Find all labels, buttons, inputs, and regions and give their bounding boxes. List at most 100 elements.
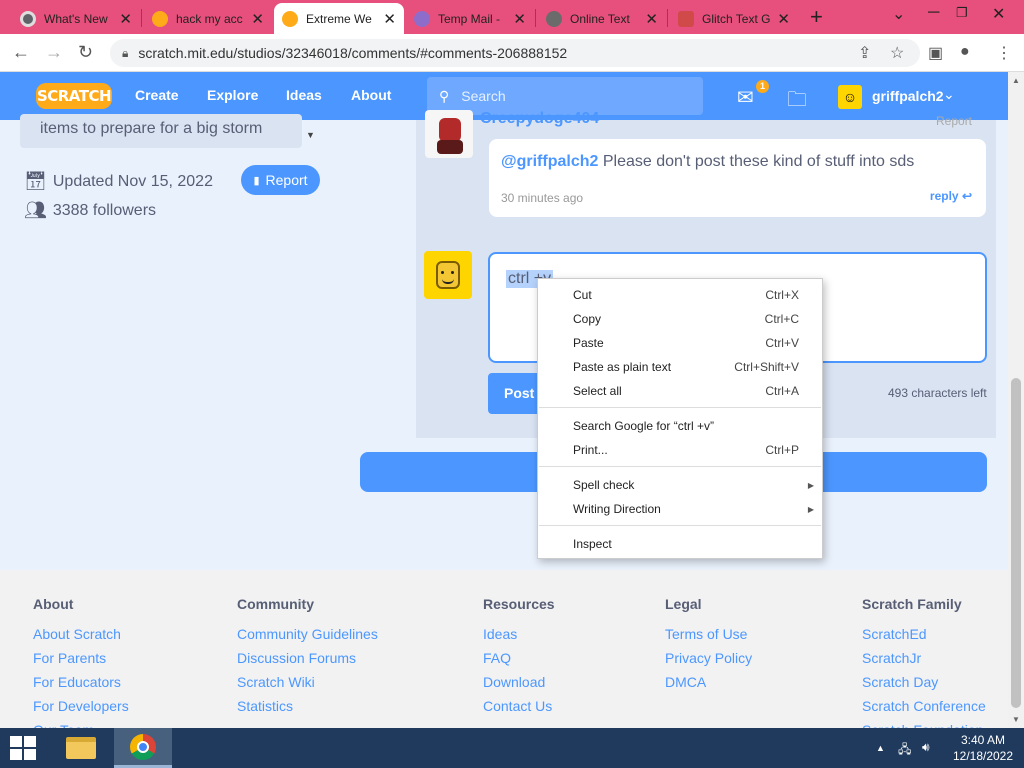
close-tab-icon[interactable]: ✕ [645, 10, 658, 28]
tab-title: hack my acc [176, 11, 243, 26]
menu-item-print[interactable]: Print... Ctrl+P [538, 440, 822, 460]
menu-item-cut[interactable]: Cut Ctrl+X [538, 285, 822, 305]
footer-link[interactable]: Download [483, 674, 555, 690]
bookmark-star-icon[interactable]: ☆ [890, 43, 904, 63]
menu-item-paste[interactable]: Paste Ctrl+V [538, 333, 822, 353]
address-bar[interactable]: 🔒︎ scratch.mit.edu/studios/32346018/comm… [110, 39, 920, 67]
close-tab-icon[interactable]: ✕ [383, 10, 396, 28]
browser-tab-strip: What's New ✕ hack my acc ✕ Extreme We ✕ … [0, 0, 1024, 34]
network-icon[interactable]: 🖧︎ [898, 740, 911, 761]
footer-link[interactable]: Community Guidelines [237, 626, 378, 642]
footer-link[interactable]: Scratch Conference [862, 698, 986, 714]
footer-link[interactable]: Ideas [483, 626, 555, 642]
nav-explore[interactable]: Explore [207, 87, 258, 103]
menu-item-writing-direction[interactable]: Writing Direction ▶ [538, 499, 822, 519]
chrome-menu-icon[interactable]: ⋮ [996, 43, 1012, 63]
footer-link[interactable]: ScratchJr [862, 650, 986, 666]
scroll-down-arrow-icon[interactable]: ▼ [306, 130, 315, 140]
browser-tab[interactable]: Temp Mail - ✕ [406, 3, 534, 34]
minimize-icon[interactable]: ─ [928, 4, 939, 22]
scroll-down-arrow-icon[interactable]: ▼ [1012, 715, 1020, 724]
footer-link[interactable]: Statistics [237, 698, 378, 714]
menu-item-label: Paste [573, 336, 604, 350]
reload-icon[interactable]: ↻ [78, 42, 93, 63]
footer-link[interactable]: ScratchEd [862, 626, 986, 642]
browser-tab-active[interactable]: Extreme We ✕ [274, 3, 404, 34]
forward-arrow-icon[interactable]: → [45, 42, 63, 63]
volume-icon[interactable]: 🔊︎ [922, 740, 930, 755]
restore-icon[interactable]: ❐ [956, 5, 968, 21]
menu-item-inspect[interactable]: Inspect [538, 534, 822, 554]
nav-ideas[interactable]: Ideas [286, 87, 322, 103]
comment-author[interactable]: Creepydoge404 [480, 110, 599, 128]
file-explorer-icon[interactable] [52, 728, 110, 768]
menu-item-copy[interactable]: Copy Ctrl+C [538, 309, 822, 329]
clock-date: 12/18/2022 [952, 749, 1014, 763]
back-arrow-icon[interactable]: ← [12, 42, 30, 63]
studio-description[interactable]: items to prepare for a big storm [20, 114, 302, 148]
share-icon[interactable]: ⇪ [858, 43, 871, 63]
footer-link[interactable]: DMCA [665, 674, 752, 690]
close-tab-icon[interactable]: ✕ [777, 10, 790, 28]
tray-expand-icon[interactable]: ▲ [876, 743, 885, 753]
reply-button[interactable]: reply ↩ [930, 189, 972, 203]
close-tab-icon[interactable]: ✕ [251, 10, 264, 28]
username-label[interactable]: griffpalch2 [872, 88, 944, 104]
my-avatar[interactable] [424, 251, 472, 299]
footer-column-about: About About Scratch For Parents For Educ… [33, 596, 129, 746]
scrollbar-thumb[interactable] [1011, 378, 1021, 708]
browser-tab[interactable]: Online Text ✕ [538, 3, 666, 34]
tab-search-chevron-icon[interactable]: ⌄ [892, 4, 905, 24]
browser-tab[interactable]: hack my acc ✕ [144, 3, 272, 34]
mention-link[interactable]: @griffpalch2 [501, 153, 598, 170]
windows-start-icon[interactable] [10, 736, 38, 760]
menu-item-paste-plain[interactable]: Paste as plain text Ctrl+Shift+V [538, 357, 822, 377]
nav-about[interactable]: About [351, 87, 391, 103]
footer-link[interactable]: For Developers [33, 698, 129, 714]
scroll-up-arrow-icon[interactable]: ▲ [1012, 76, 1020, 85]
comment-body: Please don't post these kind of stuff in… [598, 153, 915, 170]
chrome-taskbar-icon[interactable] [114, 728, 172, 768]
footer-column-community: Community Community Guidelines Discussio… [237, 596, 378, 722]
chevron-down-icon[interactable]: ⌄ [943, 86, 955, 103]
footer-link[interactable]: FAQ [483, 650, 555, 666]
system-clock[interactable]: 3:40 AM 12/18/2022 [948, 732, 1018, 764]
browser-tab[interactable]: Glitch Text G ✕ [670, 3, 798, 34]
menu-item-spell-check[interactable]: Spell check ▶ [538, 475, 822, 495]
menu-item-search-google[interactable]: Search Google for “ctrl +v” [538, 416, 822, 436]
updated-date: Updated Nov 15, 2022 [52, 172, 213, 190]
scratch-favicon-icon [152, 10, 168, 27]
commenter-avatar[interactable] [425, 110, 473, 158]
footer-link[interactable]: Contact Us [483, 698, 555, 714]
messages-icon[interactable]: ✉ [737, 85, 754, 110]
menu-item-select-all[interactable]: Select all Ctrl+A [538, 381, 822, 401]
user-avatar[interactable]: ☺ [838, 85, 862, 109]
submenu-arrow-icon: ▶ [807, 480, 814, 490]
menu-item-shortcut: Ctrl+X [765, 288, 799, 302]
footer-link[interactable]: Discussion Forums [237, 650, 378, 666]
footer-link[interactable]: Privacy Policy [665, 650, 752, 666]
close-tab-icon[interactable]: ✕ [513, 10, 526, 28]
nav-create[interactable]: Create [135, 87, 179, 103]
footer-link[interactable]: About Scratch [33, 626, 129, 642]
window-close-icon[interactable]: ✕ [992, 4, 1005, 24]
footer-link[interactable]: Scratch Wiki [237, 674, 378, 690]
new-tab-icon[interactable]: + [810, 4, 823, 30]
menu-item-shortcut: Ctrl+A [765, 384, 799, 398]
page-scrollbar[interactable]: ▲ ▼ [1008, 72, 1024, 728]
browser-tab[interactable]: What's New ✕ [12, 3, 140, 34]
footer-link[interactable]: For Parents [33, 650, 129, 666]
footer-link[interactable]: Terms of Use [665, 626, 752, 642]
windows-taskbar: ▲ 🖧︎ 🔊︎ 3:40 AM 12/18/2022 [0, 728, 1024, 768]
close-tab-icon[interactable]: ✕ [119, 10, 132, 28]
my-stuff-folder-icon[interactable]: 🗀︎ [787, 85, 807, 119]
report-button[interactable]: ▮ Report [241, 165, 320, 195]
scratch-logo[interactable]: SCRATCH [36, 83, 112, 109]
temp-mail-favicon-icon [414, 10, 430, 27]
menu-item-label: Spell check [573, 478, 635, 492]
footer-link[interactable]: Scratch Day [862, 674, 986, 690]
profile-icon[interactable]: ● [960, 43, 970, 61]
comment-report-link[interactable]: Report [936, 114, 972, 128]
side-panel-icon[interactable]: ▣ [928, 43, 943, 63]
footer-link[interactable]: For Educators [33, 674, 129, 690]
